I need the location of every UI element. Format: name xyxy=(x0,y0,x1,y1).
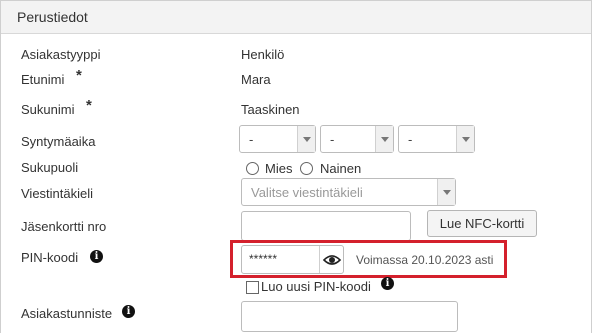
last-name-required-mark: * xyxy=(86,97,92,114)
last-name-value: Taaskinen xyxy=(241,102,300,117)
language-select[interactable]: Valitse viestintäkieli xyxy=(241,178,456,206)
birth-day-value: - xyxy=(249,132,254,147)
chevron-down-icon xyxy=(437,179,455,205)
info-icon: i xyxy=(381,277,394,290)
member-card-label: Jäsenkortti nro xyxy=(21,219,107,234)
panel-title: Perustiedot xyxy=(17,9,88,25)
first-name-label: Etunimi xyxy=(21,72,65,87)
language-label: Viestintäkieli xyxy=(21,186,94,201)
info-icon: i xyxy=(122,305,135,318)
chevron-down-icon xyxy=(456,126,474,152)
new-pin-label: Luo uusi PIN-koodi xyxy=(261,279,371,294)
member-card-input[interactable] xyxy=(241,211,411,241)
gender-male-label: Mies xyxy=(265,161,293,176)
birth-month-value: - xyxy=(330,132,335,147)
birth-day-select[interactable]: - xyxy=(239,125,316,153)
pin-label: PIN-koodi xyxy=(21,250,79,265)
panel-header: Perustiedot xyxy=(1,1,591,34)
customer-id-input[interactable] xyxy=(241,301,458,332)
basic-info-panel: Perustiedot Asiakastyyppi Henkilö Etunim… xyxy=(0,0,592,333)
chevron-down-icon xyxy=(375,126,393,152)
birth-year-value: - xyxy=(408,132,413,147)
new-pin-checkbox[interactable] xyxy=(246,281,259,294)
read-nfc-button[interactable]: Lue NFC-kortti xyxy=(427,210,537,237)
first-name-required-mark: * xyxy=(76,67,82,84)
gender-male-radio[interactable] xyxy=(246,162,259,175)
language-placeholder: Valitse viestintäkieli xyxy=(251,185,363,200)
gender-female-radio[interactable] xyxy=(300,162,313,175)
gender-label: Sukupuoli xyxy=(21,160,79,175)
birth-year-select[interactable]: - xyxy=(398,125,475,153)
first-name-value: Mara xyxy=(241,72,271,87)
gender-female-label: Nainen xyxy=(320,161,362,176)
last-name-label: Sukunimi xyxy=(21,102,75,117)
customer-id-label: Asiakastunniste xyxy=(21,306,113,321)
pin-highlight-box xyxy=(230,240,507,278)
birth-month-select[interactable]: - xyxy=(320,125,394,153)
customer-type-value: Henkilö xyxy=(241,47,285,62)
chevron-down-icon xyxy=(297,126,315,152)
info-icon: i xyxy=(90,250,103,263)
customer-type-label: Asiakastyyppi xyxy=(21,47,101,62)
birth-date-label: Syntymäaika xyxy=(21,134,96,149)
